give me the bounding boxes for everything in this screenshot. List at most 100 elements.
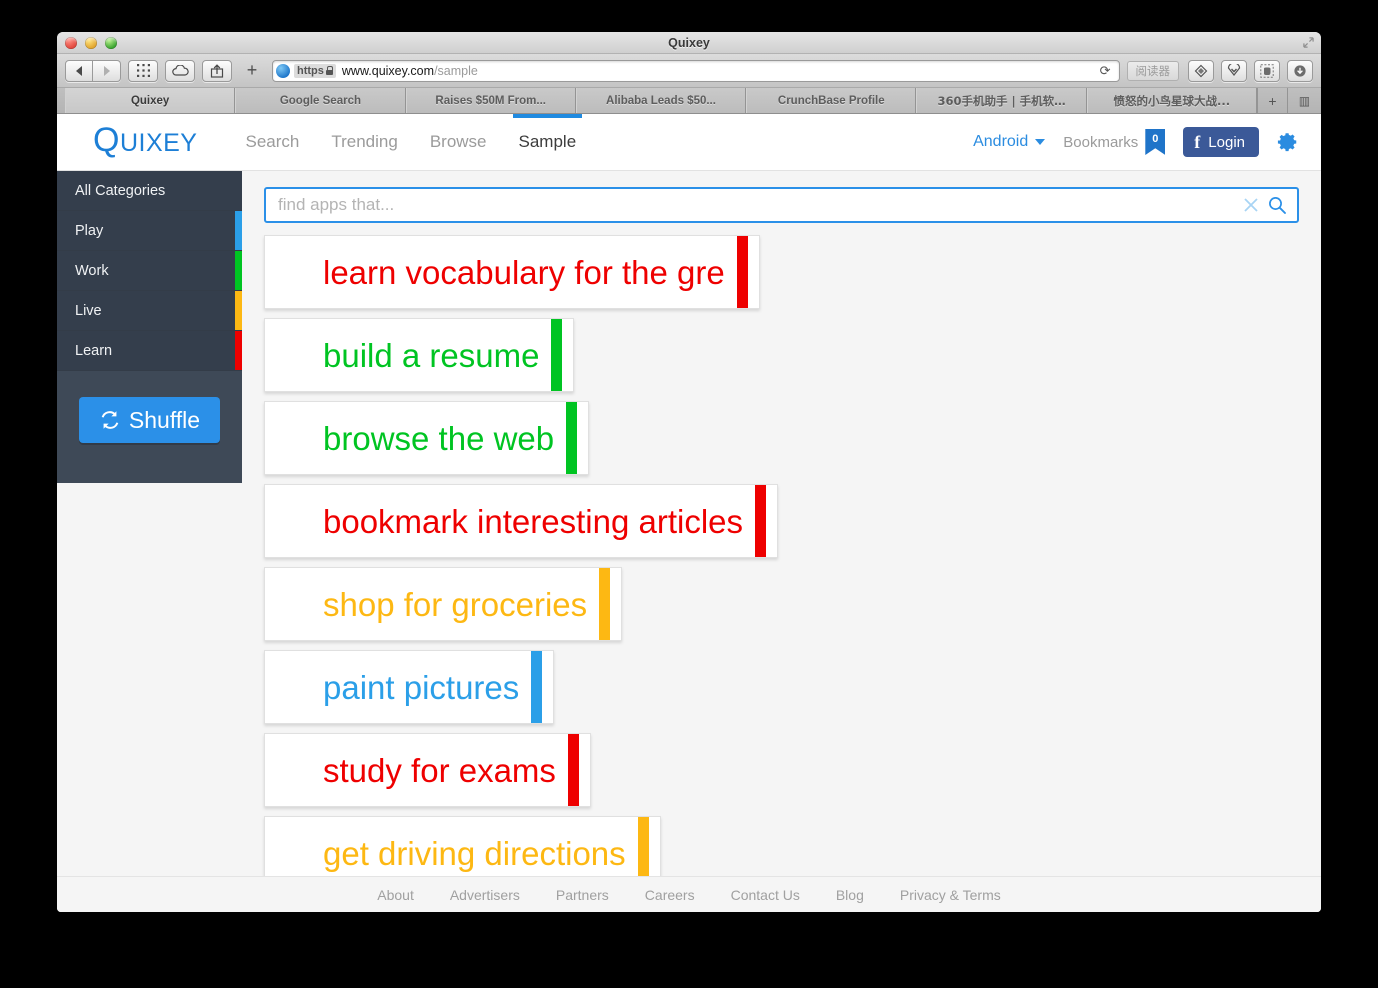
footer-link-partners[interactable]: Partners xyxy=(556,887,609,903)
browser-tab[interactable]: Alibaba Leads $50... xyxy=(575,88,747,113)
https-label: https xyxy=(297,64,324,77)
reload-button[interactable]: ⟳ xyxy=(1094,63,1117,79)
back-button[interactable] xyxy=(65,59,93,82)
download-circle-icon xyxy=(1294,64,1306,77)
suggestion-card[interactable]: shop for groceries xyxy=(264,567,623,641)
sidebar-item-all-categories[interactable]: All Categories xyxy=(57,171,242,211)
suggestion-text: paint pictures xyxy=(323,668,520,706)
suggestion-text: learn vocabulary for the gre xyxy=(323,253,725,291)
search-input[interactable] xyxy=(278,195,1241,215)
sidebar-item-live[interactable]: Live xyxy=(57,291,242,331)
footer-link-advertisers[interactable]: Advertisers xyxy=(450,887,520,903)
card-accent-bar xyxy=(599,568,611,640)
suggestion-text: study for exams xyxy=(323,751,556,789)
facebook-icon: f xyxy=(1194,131,1201,152)
suggestion-text: get driving directions xyxy=(323,834,626,872)
extension-downarrow-button[interactable] xyxy=(1221,59,1247,82)
page-body: All Categories Play Work Live Learn Shuf… xyxy=(57,171,1321,912)
suggestion-text: browse the web xyxy=(323,419,555,457)
main-nav: Search Trending Browse Sample xyxy=(229,114,592,171)
forward-button[interactable] xyxy=(93,59,121,82)
browser-tab[interactable]: 愤怒的小鸟星球大战... xyxy=(1086,88,1257,113)
fullscreen-icon[interactable] xyxy=(1303,37,1314,48)
category-accent-bar xyxy=(235,251,242,290)
logo-capital: Q xyxy=(93,120,120,159)
icloud-tabs-button[interactable] xyxy=(165,59,195,82)
category-accent-bar xyxy=(235,211,242,250)
sidebar-item-play[interactable]: Play xyxy=(57,211,242,251)
card-accent-bar xyxy=(755,485,767,557)
diamond-icon xyxy=(1194,64,1208,77)
reader-button[interactable]: 阅读器 xyxy=(1126,60,1179,81)
results-content: learn vocabulary for the gre build a res… xyxy=(242,171,1321,912)
tab-bar: Quixey Google Search Raises $50M From...… xyxy=(57,88,1321,114)
add-tab-button[interactable]: + xyxy=(1256,88,1287,113)
new-tab-button[interactable]: + xyxy=(239,60,265,82)
refresh-icon xyxy=(101,411,119,429)
nav-item-sample[interactable]: Sample xyxy=(503,114,593,171)
nav-item-browse[interactable]: Browse xyxy=(414,114,503,171)
card-accent-bar xyxy=(736,236,748,308)
site-footer: About Advertisers Partners Careers Conta… xyxy=(57,876,1321,912)
close-icon[interactable] xyxy=(1241,195,1261,215)
extension-evernote-button[interactable] xyxy=(1254,59,1280,82)
url-host: www.quixey.com xyxy=(341,63,435,78)
tab-overview-button[interactable]: ▥ xyxy=(1286,88,1321,113)
browser-tab[interactable]: 360手机助手 | 手机软… xyxy=(916,88,1087,113)
suggestion-card[interactable]: study for exams xyxy=(264,733,591,807)
category-accent-bar xyxy=(235,331,242,370)
nav-buttons xyxy=(65,59,121,82)
browser-tab[interactable]: Raises $50M From... xyxy=(405,88,576,113)
footer-link-careers[interactable]: Careers xyxy=(645,887,695,903)
suggestion-card[interactable]: learn vocabulary for the gre xyxy=(264,235,760,309)
bookmark-count-badge: 0 xyxy=(1145,129,1166,155)
minimize-window-button[interactable] xyxy=(85,37,97,49)
cloud-icon xyxy=(171,65,189,76)
site-globe-icon xyxy=(276,63,290,78)
url-text: www.quixey.com/sample xyxy=(342,64,478,78)
platform-selector[interactable]: Android xyxy=(973,133,1046,151)
zoom-window-button[interactable] xyxy=(105,37,117,49)
category-sidebar: All Categories Play Work Live Learn Shuf… xyxy=(57,171,242,483)
quixey-logo[interactable]: Q UIXEY xyxy=(93,120,197,159)
shuffle-label: Shuffle xyxy=(128,406,201,433)
browser-tab[interactable]: Quixey xyxy=(65,88,236,113)
browser-tab[interactable]: Google Search xyxy=(235,88,406,113)
top-sites-button[interactable] xyxy=(128,59,158,82)
facebook-login-button[interactable]: f Login xyxy=(1183,127,1259,157)
suggestion-text: build a resume xyxy=(323,336,540,374)
nav-item-search[interactable]: Search xyxy=(229,114,315,171)
footer-link-about[interactable]: About xyxy=(377,887,414,903)
footer-link-privacy[interactable]: Privacy & Terms xyxy=(900,887,1001,903)
card-accent-bar xyxy=(566,402,578,474)
lock-icon xyxy=(325,66,334,75)
suggestion-card[interactable]: paint pictures xyxy=(264,650,555,724)
grid-icon xyxy=(136,64,150,77)
sidebar-item-work[interactable]: Work xyxy=(57,251,242,291)
card-accent-bar xyxy=(567,734,579,806)
search-icon[interactable] xyxy=(1267,195,1287,215)
address-bar[interactable]: https www.quixey.com/sample ⟳ xyxy=(272,59,1120,82)
bookmarks-link[interactable]: Bookmarks 0 xyxy=(1063,129,1166,155)
suggestion-card[interactable]: build a resume xyxy=(264,318,575,392)
nav-item-trending[interactable]: Trending xyxy=(315,114,413,171)
footer-link-contact-us[interactable]: Contact Us xyxy=(731,887,800,903)
search-bar[interactable] xyxy=(264,187,1299,223)
suggestion-card[interactable]: bookmark interesting articles xyxy=(264,484,779,558)
gear-icon[interactable] xyxy=(1277,131,1299,153)
suggestion-card[interactable]: browse the web xyxy=(264,401,590,475)
sidebar-item-learn[interactable]: Learn xyxy=(57,331,242,371)
suggestion-text: shop for groceries xyxy=(323,585,588,623)
browser-toolbar: + https www.quixey.com/sample ⟳ 阅读器 xyxy=(57,54,1321,88)
close-window-button[interactable] xyxy=(65,37,77,49)
page-viewport: Q UIXEY Search Trending Browse Sample And… xyxy=(57,114,1321,912)
share-button[interactable] xyxy=(202,59,232,82)
footer-link-blog[interactable]: Blog xyxy=(836,887,864,903)
extension-pocket-button[interactable] xyxy=(1188,59,1214,82)
window-controls xyxy=(65,37,117,49)
downloads-button[interactable] xyxy=(1287,59,1313,82)
share-icon xyxy=(210,63,224,78)
sidebar-item-label: Play xyxy=(75,222,104,239)
browser-tab[interactable]: CrunchBase Profile xyxy=(746,88,917,113)
shuffle-button[interactable]: Shuffle xyxy=(78,397,221,443)
